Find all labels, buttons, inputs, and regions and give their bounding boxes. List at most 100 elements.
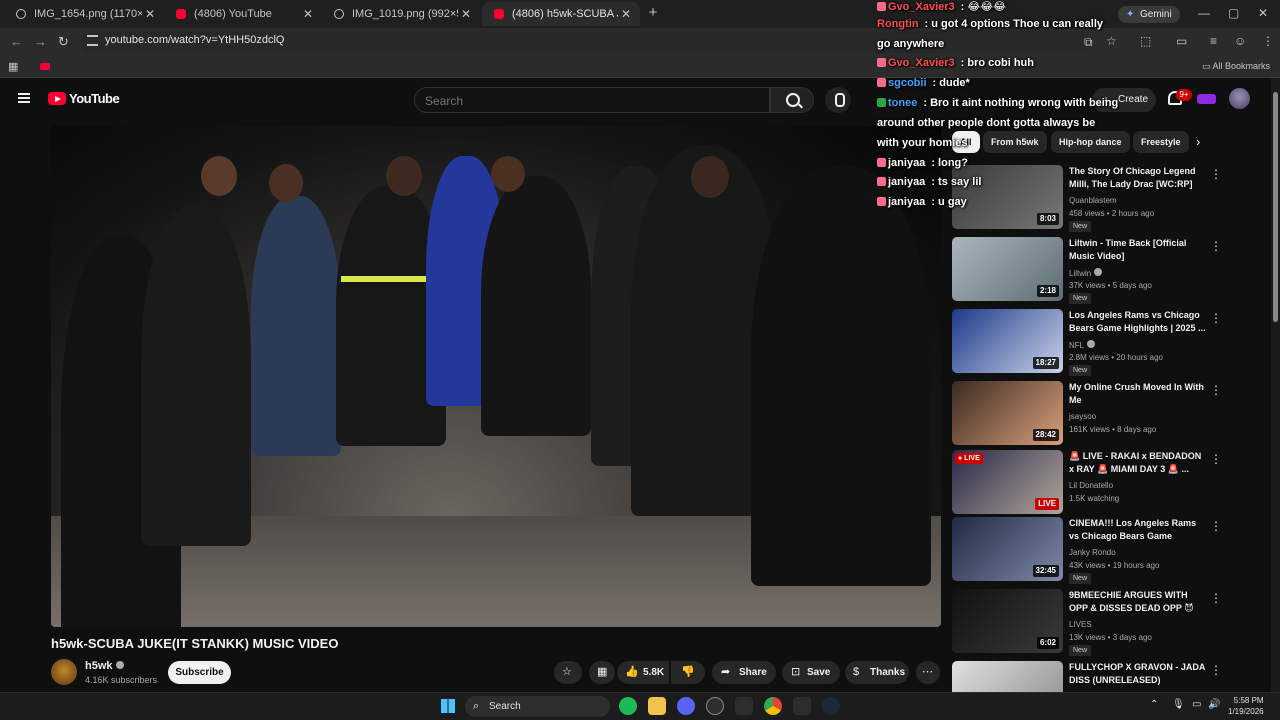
- recommendation-item[interactable]: 6:02 9BMEECHIE ARGUES WITH OPP & DISSES D…: [952, 589, 1272, 656]
- channel-name[interactable]: h5wk: [85, 660, 124, 672]
- chrome-icon[interactable]: [764, 697, 782, 715]
- star-button[interactable]: ☆: [554, 661, 582, 684]
- gemini-button[interactable]: ✦ Gemini: [1118, 6, 1180, 23]
- file-explorer-icon[interactable]: [648, 697, 666, 715]
- minimize-icon[interactable]: —: [1198, 6, 1210, 20]
- grid-button[interactable]: ▦: [589, 661, 615, 684]
- tab-img-1019[interactable]: IMG_1019.png (992×597) ✕: [322, 2, 480, 26]
- more-options-icon[interactable]: ⋮: [1210, 311, 1222, 325]
- bookmark-star-icon[interactable]: ☆: [1106, 34, 1117, 48]
- app-icon[interactable]: [793, 697, 811, 715]
- video-thumbnail[interactable]: 6:02: [952, 589, 1063, 653]
- close-icon[interactable]: ✕: [458, 7, 474, 21]
- youtube-logo-text[interactable]: YouTube: [69, 91, 120, 106]
- more-options-icon[interactable]: ⋮: [1210, 591, 1222, 605]
- recommendation-title[interactable]: My Online Crush Moved In With Me: [1069, 381, 1207, 407]
- chevron-right-icon[interactable]: ›: [1196, 134, 1200, 149]
- clock[interactable]: 5:58 PM 1/19/2026: [1228, 695, 1264, 717]
- recommendation-channel[interactable]: Janky Rondo: [1069, 548, 1116, 557]
- youtube-bookmark-icon[interactable]: [40, 63, 50, 70]
- recommendation-item[interactable]: ● LIVE LIVE 🚨 LIVE - RAKAI x BENDADON x RA…: [952, 450, 1272, 514]
- close-icon[interactable]: ✕: [142, 7, 158, 21]
- channel-text[interactable]: jsaysoo: [1069, 412, 1096, 421]
- share-button[interactable]: ➦ Share: [712, 661, 776, 684]
- channel-text[interactable]: Liltwin: [1069, 269, 1091, 278]
- channel-text[interactable]: Lil Donatello: [1069, 481, 1113, 490]
- network-icon[interactable]: ▭: [1192, 699, 1201, 710]
- taskbar-search[interactable]: ⌕ Search: [465, 696, 610, 717]
- chip-hip-hop-dance[interactable]: Hip-hop dance: [1051, 131, 1130, 153]
- chip-freestyle[interactable]: Freestyle: [1133, 131, 1189, 153]
- account-avatar[interactable]: [1229, 88, 1250, 109]
- discord-icon[interactable]: [677, 697, 695, 715]
- recommendation-channel[interactable]: Lil Donatello: [1069, 481, 1113, 490]
- more-options-icon[interactable]: ⋮: [1210, 663, 1222, 677]
- channel-text[interactable]: LIVES: [1069, 620, 1092, 629]
- volume-icon[interactable]: 🔊: [1208, 699, 1220, 710]
- recommendation-item[interactable]: 8:03 The Story Of Chicago Legend Milli, T…: [952, 165, 1272, 232]
- side-panel-icon[interactable]: ▭: [1176, 34, 1187, 48]
- all-bookmarks-button[interactable]: ▭ All Bookmarks: [1202, 61, 1270, 72]
- scroll-thumb[interactable]: [1273, 92, 1278, 322]
- profile-icon[interactable]: ☺: [1234, 34, 1246, 48]
- windows-start-icon[interactable]: [441, 699, 455, 713]
- extensions-icon[interactable]: ⬚: [1140, 34, 1151, 48]
- video-thumbnail[interactable]: 2:18: [952, 237, 1063, 301]
- steam-icon[interactable]: [822, 697, 840, 715]
- search-box[interactable]: [414, 87, 770, 113]
- video-player[interactable]: [51, 126, 941, 627]
- more-options-icon[interactable]: ⋮: [1210, 383, 1222, 397]
- video-thumbnail[interactable]: 18:27: [952, 309, 1063, 373]
- search-input[interactable]: [425, 94, 755, 108]
- apps-icon[interactable]: ▦: [8, 60, 18, 73]
- recommendation-channel[interactable]: jsaysoo: [1069, 412, 1096, 421]
- channel-text[interactable]: NFL: [1069, 341, 1084, 350]
- recommendation-title[interactable]: FULLYCHOP X GRAVON - JADA DISS (UNRELEAS…: [1069, 661, 1207, 687]
- forward-icon[interactable]: →: [34, 34, 47, 49]
- youtube-logo-icon[interactable]: [48, 92, 66, 105]
- like-button[interactable]: 👍 5.8K: [617, 661, 669, 684]
- more-options-icon[interactable]: ⋮: [1210, 452, 1222, 466]
- recommendation-title[interactable]: Los Angeles Rams vs Chicago Bears Game H…: [1069, 309, 1207, 335]
- recommendation-item[interactable]: 2:18 Liltwin - Time Back [Official Music …: [952, 237, 1272, 304]
- recommendation-item[interactable]: 32:45 CINEMA!!! Los Angeles Rams vs Chica…: [952, 517, 1272, 584]
- search-button[interactable]: [770, 87, 814, 113]
- new-tab-button[interactable]: +: [644, 4, 662, 22]
- dislike-button[interactable]: 👎: [671, 661, 705, 684]
- recommendation-title[interactable]: Liltwin - Time Back [Official Music Vide…: [1069, 237, 1207, 263]
- subscribe-button[interactable]: Subscribe: [168, 661, 231, 684]
- tab-video-active[interactable]: (4806) h5wk-SCUBA JUKE(IT ST ✕: [482, 2, 640, 26]
- recommendation-title[interactable]: CINEMA!!! Los Angeles Rams vs Chicago Be…: [1069, 517, 1207, 543]
- close-icon[interactable]: ✕: [300, 7, 316, 21]
- spotify-icon[interactable]: [619, 697, 637, 715]
- video-thumbnail[interactable]: 28:42: [952, 381, 1063, 445]
- channel-text[interactable]: Janky Rondo: [1069, 548, 1116, 557]
- video-thumbnail[interactable]: 32:45: [952, 517, 1063, 581]
- url-text[interactable]: youtube.com/watch?v=YtHH50zdclQ: [105, 34, 284, 46]
- recommendation-channel[interactable]: Liltwin: [1069, 268, 1103, 278]
- chevron-up-icon[interactable]: ⌃: [1150, 699, 1158, 710]
- recommendation-title[interactable]: The Story Of Chicago Legend Milli, The L…: [1069, 165, 1207, 191]
- menu-icon[interactable]: [18, 93, 30, 103]
- restore-icon[interactable]: ▢: [1228, 6, 1239, 20]
- more-options-icon[interactable]: ⋮: [1210, 519, 1222, 533]
- install-icon[interactable]: ⧉: [1084, 35, 1093, 50]
- site-info-icon[interactable]: [87, 35, 98, 46]
- recommendation-channel[interactable]: NFL: [1069, 340, 1096, 350]
- reload-icon[interactable]: ↻: [58, 34, 69, 50]
- microphone-icon[interactable]: 🎙: [1172, 699, 1185, 710]
- premium-icon[interactable]: [1197, 94, 1216, 104]
- back-icon[interactable]: ←: [10, 34, 23, 49]
- tab-img-1654[interactable]: IMG_1654.png (1170×581) ✕: [4, 2, 164, 26]
- settings-icon[interactable]: [706, 697, 724, 715]
- recommendation-channel[interactable]: LIVES: [1069, 620, 1092, 629]
- more-actions-button[interactable]: ⋯: [916, 661, 940, 684]
- voice-search-button[interactable]: [825, 87, 851, 113]
- chip-from-channel[interactable]: From h5wk: [983, 131, 1047, 153]
- save-button[interactable]: ⊡ Save: [782, 661, 840, 684]
- more-options-icon[interactable]: ⋮: [1210, 239, 1222, 253]
- scrollbar[interactable]: [1271, 78, 1280, 692]
- recommendation-item[interactable]: 28:42 My Online Crush Moved In With Me jsa…: [952, 381, 1272, 445]
- more-options-icon[interactable]: ⋮: [1210, 167, 1222, 181]
- close-window-icon[interactable]: ✕: [1258, 6, 1268, 20]
